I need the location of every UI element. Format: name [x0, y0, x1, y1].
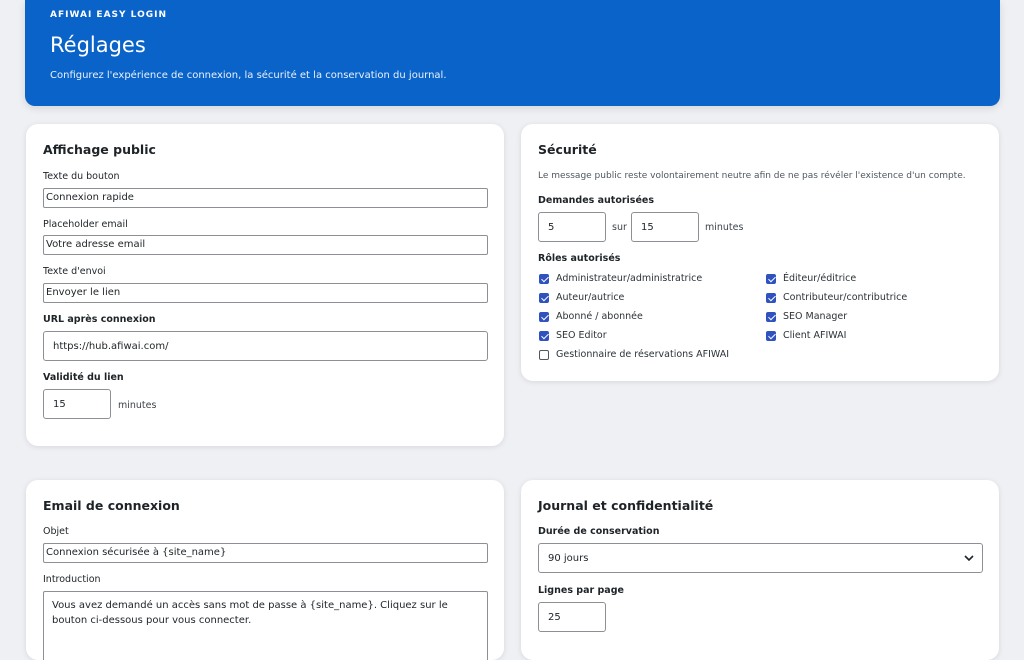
rows-per-page-field[interactable]: 25 [538, 602, 606, 632]
intro-textarea[interactable]: Vous avez demandé un accès sans mot de p… [43, 591, 488, 660]
link-validity-field[interactable]: 15 [43, 389, 111, 419]
chevron-down-icon [964, 555, 974, 562]
role-checkbox[interactable] [539, 274, 549, 284]
log-privacy-card: Journal et confidentialité Durée de cons… [521, 480, 999, 660]
retention-label: Durée de conservation [538, 526, 660, 537]
rate-window-field[interactable]: 15 [631, 212, 699, 242]
button-text-field[interactable]: Connexion rapide [43, 188, 488, 208]
retention-selected-value: 90 jours [548, 552, 589, 564]
role-label: SEO Manager [783, 311, 848, 322]
security-card: Sécurité Le message public reste volonta… [521, 124, 999, 381]
subject-field[interactable]: Connexion sécurisée à {site_name} [43, 543, 488, 563]
card-title: Email de connexion [43, 498, 180, 513]
page-subtitle: Configurez l'expérience de connexion, la… [50, 70, 447, 81]
subject-label: Objet [43, 526, 69, 537]
page-title: Réglages [50, 33, 146, 57]
plugin-name: AFIWAI EASY LOGIN [50, 10, 168, 20]
role-label: Auteur/autrice [556, 292, 625, 303]
rate-count-field[interactable]: 5 [538, 212, 606, 242]
rate-separator: sur [612, 222, 627, 233]
role-checkbox[interactable] [766, 274, 776, 284]
role-checkbox[interactable] [766, 331, 776, 341]
role-label: Client AFIWAI [783, 330, 847, 341]
intro-label: Introduction [43, 574, 101, 585]
retention-select[interactable]: 90 jours [538, 543, 983, 573]
card-title: Affichage public [43, 142, 156, 157]
role-checkbox[interactable] [766, 312, 776, 322]
role-label: Abonné / abonnée [556, 311, 643, 322]
role-label: Éditeur/éditrice [783, 273, 857, 284]
role-checkbox[interactable] [539, 331, 549, 341]
role-label: Administrateur/administratrice [556, 273, 703, 284]
card-title: Journal et confidentialité [538, 498, 714, 513]
redirect-url-field[interactable]: https://hub.afiwai.com/ [43, 331, 488, 361]
rows-per-page-label: Lignes par page [538, 585, 624, 596]
send-text-field[interactable]: Envoyer le lien [43, 283, 488, 303]
role-checkbox[interactable] [539, 350, 549, 360]
email-placeholder-label: Placeholder email [43, 219, 128, 230]
security-note: Le message public reste volontairement n… [538, 171, 966, 181]
card-title: Sécurité [538, 142, 597, 157]
role-checkbox[interactable] [539, 293, 549, 303]
send-text-label: Texte d'envoi [43, 266, 106, 277]
roles-label: Rôles autorisés [538, 253, 621, 264]
redirect-url-label: URL après connexion [43, 314, 156, 325]
link-validity-unit: minutes [118, 400, 157, 411]
button-text-label: Texte du bouton [43, 171, 120, 182]
role-label: Contributeur/contributrice [783, 292, 908, 303]
link-validity-label: Validité du lien [43, 372, 124, 383]
role-checkbox[interactable] [766, 293, 776, 303]
role-checkbox[interactable] [539, 312, 549, 322]
public-display-card: Affichage public Texte du bouton Connexi… [26, 124, 504, 446]
role-label: SEO Editor [556, 330, 607, 341]
page-header: AFIWAI EASY LOGIN Réglages Configurez l'… [25, 0, 1000, 106]
login-email-card: Email de connexion Objet Connexion sécur… [26, 480, 504, 660]
role-label: Gestionnaire de réservations AFIWAI [556, 349, 730, 360]
rate-window-unit: minutes [705, 222, 744, 233]
email-placeholder-field[interactable]: Votre adresse email [43, 235, 488, 255]
rate-limit-label: Demandes autorisées [538, 195, 654, 206]
